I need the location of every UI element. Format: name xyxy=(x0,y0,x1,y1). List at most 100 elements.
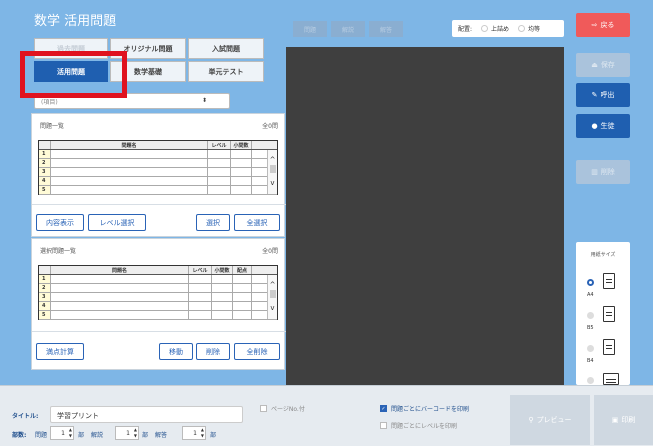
problem-copies-stepper[interactable]: 1 ▲ ▼ xyxy=(50,426,74,440)
show-content-button[interactable]: 内容表示 xyxy=(36,214,84,231)
table-row[interactable]: 1 xyxy=(39,275,277,284)
barcode-label: 問題ごとにバーコードを印刷 xyxy=(391,406,470,413)
paper-size-label: B4 xyxy=(587,358,594,364)
print-icon: ▣ xyxy=(611,416,619,424)
delete-button[interactable]: 削除 xyxy=(196,343,230,360)
table-row[interactable]: 5 xyxy=(39,311,277,320)
stepper-arrows-icon[interactable]: ▲ ▼ xyxy=(69,427,72,439)
tab-unit-test[interactable]: 単元テスト xyxy=(188,61,264,82)
save-button[interactable]: ⏏ 保存 xyxy=(576,53,630,77)
radio[interactable] xyxy=(587,377,594,384)
layout-even-label[interactable]: 均等 xyxy=(528,24,540,33)
problem-table-scrollbar[interactable]: ^ v xyxy=(267,150,277,194)
save-label: 保存 xyxy=(600,61,615,69)
radio[interactable] xyxy=(587,312,594,319)
print-level-label: 問題ごとにレベルを印刷 xyxy=(391,423,458,430)
table-row[interactable]: 2 xyxy=(39,284,277,293)
preview-tab-explanation[interactable]: 解説 xyxy=(331,21,365,37)
problem-copies-label: 問題 xyxy=(35,432,48,439)
layout-top-label[interactable]: 上詰め xyxy=(491,24,509,33)
document-icon xyxy=(603,339,615,355)
table-header: 問題名 レベル 小問数 配点 xyxy=(39,266,277,275)
explain-copies-value: 1 xyxy=(126,429,130,437)
save-icon: ⏏ xyxy=(591,61,598,69)
page-number-checkbox[interactable]: ページNo.付 xyxy=(260,404,305,413)
scroll-down-icon[interactable]: v xyxy=(268,179,277,187)
preview-tab-problem[interactable]: 問題 xyxy=(293,21,327,37)
delete-right-label: 削除 xyxy=(600,168,615,176)
trash-icon: ▥ xyxy=(591,168,598,176)
scroll-up-icon[interactable]: ^ xyxy=(268,281,277,289)
table-row[interactable]: 4 xyxy=(39,302,277,311)
tab-entrance-problems[interactable]: 入試問題 xyxy=(188,38,264,59)
divider xyxy=(32,331,286,332)
move-button[interactable]: 移動 xyxy=(159,343,193,360)
user-icon: ● xyxy=(591,122,598,130)
selected-table-scrollbar[interactable]: ^ v xyxy=(267,275,277,319)
load-button[interactable]: ✎ 呼出 xyxy=(576,83,630,107)
paper-size-b5[interactable]: B5 xyxy=(576,306,630,336)
radio[interactable] xyxy=(587,345,594,352)
explain-copies-label: 解説 xyxy=(91,432,104,439)
paper-size-b4[interactable]: B4 xyxy=(576,339,630,369)
table-row[interactable]: 3 xyxy=(39,168,277,177)
table-header: 問題名 レベル 小問数 xyxy=(39,141,277,150)
preview-button[interactable]: ⚲ プレビュー xyxy=(510,395,590,445)
title-input[interactable]: 学習プリント xyxy=(50,406,243,423)
problem-list-title: 問題一覧 xyxy=(40,123,65,130)
preview-tab-answer[interactable]: 解答 xyxy=(369,21,403,37)
delete-all-button[interactable]: 全削除 xyxy=(234,343,280,360)
student-button[interactable]: ● 生徒 xyxy=(576,114,630,138)
checkbox[interactable] xyxy=(380,422,387,429)
table-row[interactable]: 2 xyxy=(39,159,277,168)
delete-right-button[interactable]: ▥ 削除 xyxy=(576,160,630,184)
edit-icon: ✎ xyxy=(591,91,598,99)
scroll-thumb[interactable] xyxy=(269,290,276,298)
table-row[interactable]: 3 xyxy=(39,293,277,302)
select-button[interactable]: 選択 xyxy=(196,214,230,231)
table-row[interactable]: 4 xyxy=(39,177,277,186)
layout-even-radio[interactable] xyxy=(518,25,526,32)
header-points: 配点 xyxy=(233,266,252,274)
unit-label: 部 xyxy=(142,432,149,439)
header-name: 問題名 xyxy=(51,141,208,149)
table-row[interactable]: 1 xyxy=(39,150,277,159)
paper-size-title: 用紙サイズ xyxy=(590,252,616,258)
select-all-button[interactable]: 全選択 xyxy=(234,214,280,231)
problem-table[interactable]: 問題名 レベル 小問数 1 2 3 4 5 ^ v xyxy=(38,140,278,195)
selected-list-count: 全0問 xyxy=(262,248,278,255)
radio-selected[interactable] xyxy=(587,279,594,286)
table-row[interactable]: 5 xyxy=(39,186,277,195)
selected-table[interactable]: 問題名 レベル 小問数 配点 1 2 3 4 5 ^ v xyxy=(38,265,278,320)
paper-size-a4[interactable]: A4 xyxy=(576,273,630,303)
load-label: 呼出 xyxy=(600,91,615,99)
print-button[interactable]: ▣ 印刷 xyxy=(594,395,653,445)
full-score-button[interactable]: 満点計算 xyxy=(36,343,84,360)
barcode-checkbox[interactable]: ✓ 問題ごとにバーコードを印刷 xyxy=(380,404,469,413)
selected-list-panel: 選択問題一覧 全0問 問題名 レベル 小問数 配点 1 2 3 4 5 ^ v … xyxy=(31,238,286,370)
header-subcount: 小問数 xyxy=(231,141,252,149)
preview-label: プレビュー xyxy=(536,416,572,424)
student-label: 生徒 xyxy=(600,122,615,130)
explain-copies-stepper[interactable]: 1 ▲ ▼ xyxy=(115,426,139,440)
print-level-checkbox[interactable]: 問題ごとにレベルを印刷 xyxy=(380,421,457,430)
header-subcount: 小問数 xyxy=(212,266,233,274)
row-number: 2 xyxy=(39,159,51,167)
scroll-up-icon[interactable]: ^ xyxy=(268,156,277,164)
scroll-down-icon[interactable]: v xyxy=(268,304,277,312)
stepper-arrows-icon[interactable]: ▲ ▼ xyxy=(134,427,137,439)
checkbox[interactable] xyxy=(260,405,267,412)
row-number: 2 xyxy=(39,284,51,292)
layout-top-radio[interactable] xyxy=(481,25,489,32)
checkbox-checked[interactable]: ✓ xyxy=(380,405,387,412)
answer-copies-stepper[interactable]: 1 ▲ ▼ xyxy=(182,426,206,440)
paper-size-b4-landscape[interactable]: B4 xyxy=(576,371,630,385)
copies-label: 部数: xyxy=(12,432,27,439)
search-icon: ⚲ xyxy=(528,416,534,424)
title-label: タイトル: xyxy=(12,413,39,420)
paper-size-label: A4 xyxy=(587,292,594,298)
back-button[interactable]: ⇨ 戻る xyxy=(576,13,630,37)
scroll-thumb[interactable] xyxy=(269,165,276,173)
stepper-arrows-icon[interactable]: ▲ ▼ xyxy=(201,427,204,439)
level-select-button[interactable]: レベル選択 xyxy=(88,214,146,231)
